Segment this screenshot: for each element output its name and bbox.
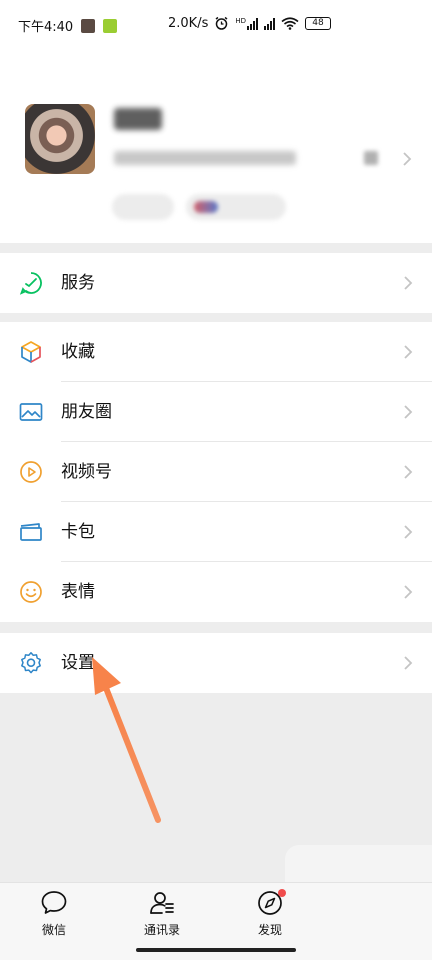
menu-item-card-wallet[interactable]: 卡包 xyxy=(0,502,432,562)
contacts-icon xyxy=(150,892,174,914)
moments-photo-icon xyxy=(19,400,43,424)
tab-contacts[interactable]: 通讯录 xyxy=(126,889,198,949)
menu-item-channels[interactable]: 视频号 xyxy=(0,442,432,502)
home-indicator[interactable] xyxy=(136,948,296,952)
friends-status-pill[interactable] xyxy=(186,194,286,220)
blurred-wechat-id xyxy=(114,151,296,165)
menu-group-services: 服务 xyxy=(0,253,432,313)
menu-label-channels: 视频号 xyxy=(61,462,112,482)
chevron-right-icon xyxy=(404,585,413,599)
avatar[interactable] xyxy=(25,104,95,174)
profile-header[interactable] xyxy=(0,50,432,243)
tab-label-discover: 发现 xyxy=(257,923,282,937)
battery-indicator: 48 xyxy=(305,17,332,30)
network-speed: 2.0K/s xyxy=(168,16,209,31)
notification-dot xyxy=(278,889,286,897)
menu-label-moments: 朋友圈 xyxy=(61,402,112,422)
chevron-right-icon xyxy=(404,465,413,479)
status-bar: 下午4:40 2.0K/s HD 48 xyxy=(0,0,432,50)
tab-chats[interactable]: 微信 xyxy=(18,889,90,949)
app-notification-icon xyxy=(81,18,96,33)
card-wallet-icon xyxy=(19,520,43,544)
blurred-nickname xyxy=(114,108,162,130)
status-time: 下午4:40 xyxy=(18,20,74,35)
cell-signal-2-icon xyxy=(264,17,276,30)
tab-discover[interactable]: 发现 xyxy=(234,889,306,949)
tab-label-contacts: 通讯录 xyxy=(143,923,180,937)
qr-code-icon[interactable] xyxy=(364,151,378,165)
menu-label-stickers: 表情 xyxy=(61,582,95,602)
tab-label-chats: 微信 xyxy=(41,923,66,937)
favorites-cube-icon xyxy=(19,340,43,364)
chevron-right-icon xyxy=(404,656,413,670)
menu-item-stickers[interactable]: 表情 xyxy=(0,562,432,622)
menu-label-favorites: 收藏 xyxy=(61,342,95,362)
profile-chevron-icon xyxy=(403,152,412,166)
menu-item-services[interactable]: 服务 xyxy=(0,253,432,313)
app-notification-icon-2 xyxy=(103,18,118,33)
service-icon xyxy=(19,271,43,295)
wifi-icon xyxy=(281,17,299,30)
menu-label-card-wallet: 卡包 xyxy=(61,522,95,542)
channels-play-icon xyxy=(19,460,43,484)
menu-item-moments[interactable]: 朋友圈 xyxy=(0,382,432,442)
menu-group-settings: 设置 xyxy=(0,633,432,693)
hd-badge: HD xyxy=(235,16,247,25)
settings-gear-icon xyxy=(19,651,43,675)
menu-item-favorites[interactable]: 收藏 xyxy=(0,322,432,382)
chevron-right-icon xyxy=(404,345,413,359)
chevron-right-icon xyxy=(404,405,413,419)
menu-item-settings[interactable]: 设置 xyxy=(0,633,432,693)
cell-signal-icon xyxy=(247,17,259,30)
chat-bubble-icon xyxy=(41,891,67,914)
chevron-right-icon xyxy=(404,276,413,290)
chevron-right-icon xyxy=(404,525,413,539)
emoji-smile-icon xyxy=(19,580,43,604)
menu-label-settings: 设置 xyxy=(61,653,95,673)
add-status-button[interactable] xyxy=(112,194,174,220)
menu-group-main: 收藏 朋友圈 视频号 卡包 表情 xyxy=(0,322,432,622)
alarm-icon xyxy=(215,16,228,30)
menu-label-services: 服务 xyxy=(61,273,95,293)
